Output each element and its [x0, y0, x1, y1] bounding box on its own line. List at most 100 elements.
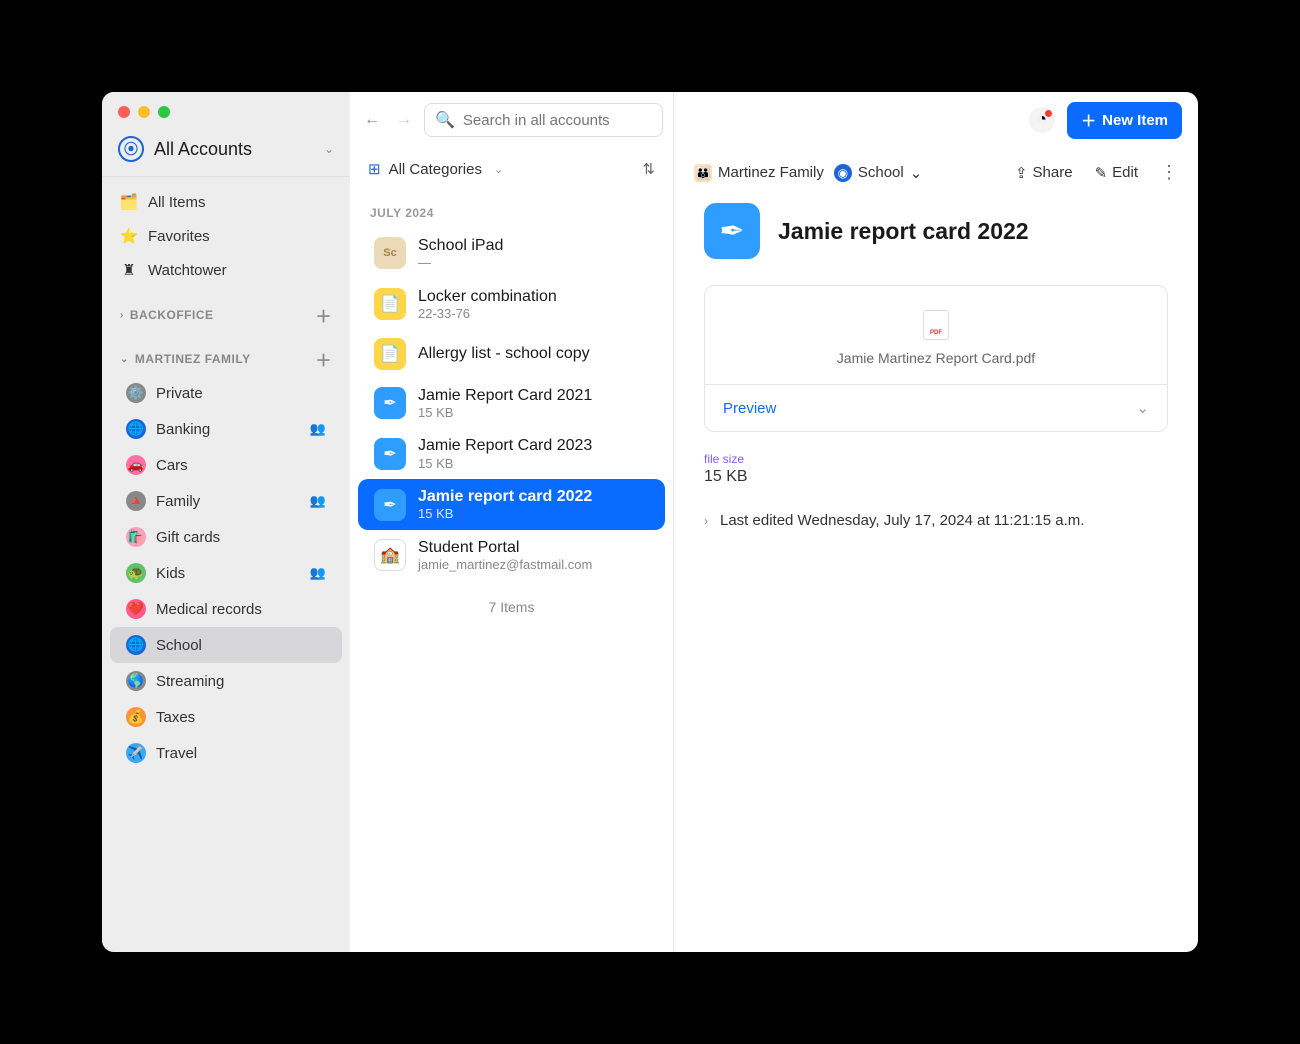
item-subtitle: jamie_martinez@fastmail.com [418, 557, 592, 573]
file-size-label: file size [704, 452, 1168, 466]
app-window: ⦿ All Accounts ⌄ 🗂️ All Items ⭐ Favorite… [102, 92, 1198, 952]
vault-label: Private [156, 385, 203, 402]
nav-list: 🗂️ All Items ⭐ Favorites ♜ Watchtower [102, 177, 350, 287]
vault-item[interactable]: 🌐 School [110, 627, 342, 663]
preview-toggle[interactable]: Preview ⌄ [705, 384, 1167, 431]
new-item-button[interactable]: ＋ New Item [1067, 102, 1182, 139]
vault-icon: 💰 [126, 707, 146, 727]
nav-label: Watchtower [148, 262, 227, 279]
nav-watchtower[interactable]: ♜ Watchtower [110, 253, 342, 287]
globe-icon: ◉ [834, 164, 852, 182]
item-title: School iPad [418, 236, 503, 255]
chevron-down-icon[interactable]: ⌄ [494, 163, 503, 176]
list-item[interactable]: ✒︎Jamie Report Card 202315 KB [358, 428, 665, 479]
item-thumb-icon: ✒︎ [374, 387, 406, 419]
nav-all-items[interactable]: 🗂️ All Items [110, 185, 342, 219]
back-button[interactable]: ← [360, 108, 384, 132]
nav-favorites[interactable]: ⭐ Favorites [110, 219, 342, 253]
notifications-button[interactable]: ◔ [1029, 107, 1055, 133]
forward-button[interactable]: → [392, 108, 416, 132]
section-header[interactable]: ›BACKOFFICE＋ [102, 287, 350, 331]
item-title: Jamie report card 2022 [418, 487, 592, 506]
vault-item[interactable]: 🐢Kids👥 [110, 555, 342, 591]
search-input[interactable] [463, 112, 652, 129]
vault-label: School [156, 637, 202, 654]
chevron-down-icon: ⌄ [1136, 399, 1149, 417]
list-item[interactable]: ✒︎Jamie Report Card 202115 KB [358, 378, 665, 429]
vault-label: Travel [156, 745, 197, 762]
breadcrumb: 👪 Martinez Family ◉ School ⌄ ⇪ Share ✎ E… [674, 148, 1198, 197]
document-icon: ✒︎ [704, 203, 760, 259]
bell-icon: ◔ [1037, 111, 1047, 129]
watchtower-icon: ♜ [120, 261, 138, 279]
attachment-preview[interactable]: Jamie Martinez Report Card.pdf [705, 286, 1167, 384]
vault-label: Taxes [156, 709, 195, 726]
item-thumb-icon: ✒︎ [374, 438, 406, 470]
vault-item[interactable]: ✈️Travel [110, 735, 342, 771]
account-switcher[interactable]: ⦿ All Accounts ⌄ [102, 118, 350, 177]
more-button[interactable]: ⋮ [1160, 162, 1178, 183]
add-vault-button[interactable]: ＋ [315, 347, 332, 371]
vault-item[interactable]: ❤️Medical records [110, 591, 342, 627]
share-button[interactable]: ⇪ Share [1015, 164, 1073, 182]
vault-label: Medical records [156, 601, 262, 618]
vault-icon: 🛍️ [126, 527, 146, 547]
vault-label: Gift cards [156, 529, 220, 546]
file-size-value: 15 KB [704, 468, 1168, 486]
zoom-window-button[interactable] [158, 106, 170, 118]
item-list-pane: ← → 🔍 ⊞ All Categories ⌄ ⇅ JULY 2024 ScS… [350, 92, 674, 952]
filter-label[interactable]: All Categories [389, 161, 482, 178]
sidebar: ⦿ All Accounts ⌄ 🗂️ All Items ⭐ Favorite… [102, 92, 350, 952]
section-name: MARTINEZ FAMILY [135, 352, 251, 366]
chevron-down-icon: ⌄ [324, 142, 334, 156]
vault-icon: 🌎 [126, 671, 146, 691]
list-item[interactable]: 🏫Student Portaljamie_martinez@fastmail.c… [358, 530, 665, 581]
vault-item[interactable]: ⚙️Private [110, 375, 342, 411]
edit-button[interactable]: ✎ Edit [1095, 164, 1138, 182]
vault-item[interactable]: 🌐Banking👥 [110, 411, 342, 447]
crumb-account[interactable]: 👪 Martinez Family [694, 164, 824, 182]
section-header[interactable]: ⌄MARTINEZ FAMILY＋ [102, 331, 350, 375]
item-thumb-icon: 📄 [374, 338, 406, 370]
list-item[interactable]: Sc School iPad— [358, 228, 665, 279]
filter-bar: ⊞ All Categories ⌄ ⇅ [350, 148, 673, 190]
item-thumb-icon: Sc [374, 237, 406, 269]
detail-title: Jamie report card 2022 [778, 218, 1029, 245]
share-label: Share [1033, 164, 1073, 181]
toolbar: ← → 🔍 [350, 92, 673, 148]
vault-label: Kids [156, 565, 185, 582]
last-edited-row[interactable]: › Last edited Wednesday, July 17, 2024 a… [674, 494, 1198, 547]
vault-label: Cars [156, 457, 188, 474]
detail-header: ✒︎ Jamie report card 2022 [674, 197, 1198, 285]
chevron-down-icon: ⌄ [910, 164, 923, 182]
sort-button[interactable]: ⇅ [642, 160, 655, 178]
vault-item[interactable]: 🛍️ Gift cards [110, 519, 342, 555]
add-vault-button[interactable]: ＋ [315, 303, 332, 327]
item-title: Student Portal [418, 538, 592, 557]
close-window-button[interactable] [118, 106, 130, 118]
vault-item[interactable]: 💰 Taxes [110, 699, 342, 735]
list-item[interactable]: ✒︎ Jamie report card 202215 KB [358, 479, 665, 530]
window-controls [102, 92, 350, 118]
account-title: All Accounts [154, 139, 252, 160]
group-label: JULY 2024 [350, 190, 673, 228]
vault-icon: 🌐 [126, 635, 146, 655]
list-item[interactable]: 📄Allergy list - school copy [358, 330, 665, 378]
item-thumb-icon: ✒︎ [374, 489, 406, 521]
item-subtitle: — [418, 255, 503, 271]
vault-item[interactable]: 🌎Streaming [110, 663, 342, 699]
pdf-file-icon [923, 310, 949, 340]
list-item[interactable]: 📄Locker combination22-33-76 [358, 279, 665, 330]
search-field[interactable]: 🔍 [424, 103, 663, 137]
tray-icon: 🗂️ [120, 193, 138, 211]
vault-item[interactable]: 🔺Family👥 [110, 483, 342, 519]
item-subtitle: 15 KB [418, 506, 592, 522]
vault-item[interactable]: 🚗 Cars [110, 447, 342, 483]
attachment-filename: Jamie Martinez Report Card.pdf [837, 350, 1035, 366]
chevron-icon: › [120, 310, 124, 321]
file-size-field: file size 15 KB [674, 432, 1198, 494]
crumb-vault[interactable]: ◉ School ⌄ [834, 164, 922, 182]
categories-icon: ⊞ [368, 160, 381, 178]
vault-icon: 🚗 [126, 455, 146, 475]
minimize-window-button[interactable] [138, 106, 150, 118]
